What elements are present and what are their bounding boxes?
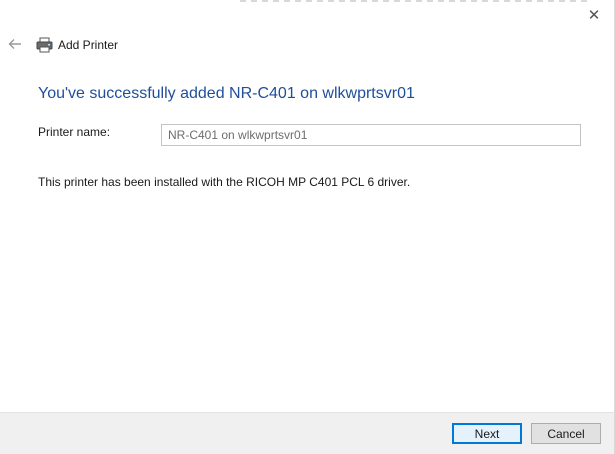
close-icon: ✕ xyxy=(587,7,601,24)
wizard-title: Add Printer xyxy=(36,35,118,55)
background-window-edge xyxy=(240,0,590,2)
driver-info-text: This printer has been installed with the… xyxy=(38,175,411,189)
printer-name-label: Printer name: xyxy=(38,125,111,139)
printer-name-input[interactable] xyxy=(161,124,581,146)
success-headline: You've successfully added NR-C401 on wlk… xyxy=(38,85,415,102)
back-button[interactable] xyxy=(6,35,24,53)
window-title: Add Printer xyxy=(58,38,119,52)
back-arrow-icon xyxy=(8,39,21,49)
add-printer-window: ✕ Add Printer You've successfully added … xyxy=(0,0,615,454)
button-bar: Next Cancel xyxy=(0,412,614,454)
next-button[interactable]: Next xyxy=(452,423,522,444)
printer-icon xyxy=(36,37,53,53)
close-button[interactable]: ✕ xyxy=(584,6,604,26)
cancel-button[interactable]: Cancel xyxy=(531,423,601,444)
